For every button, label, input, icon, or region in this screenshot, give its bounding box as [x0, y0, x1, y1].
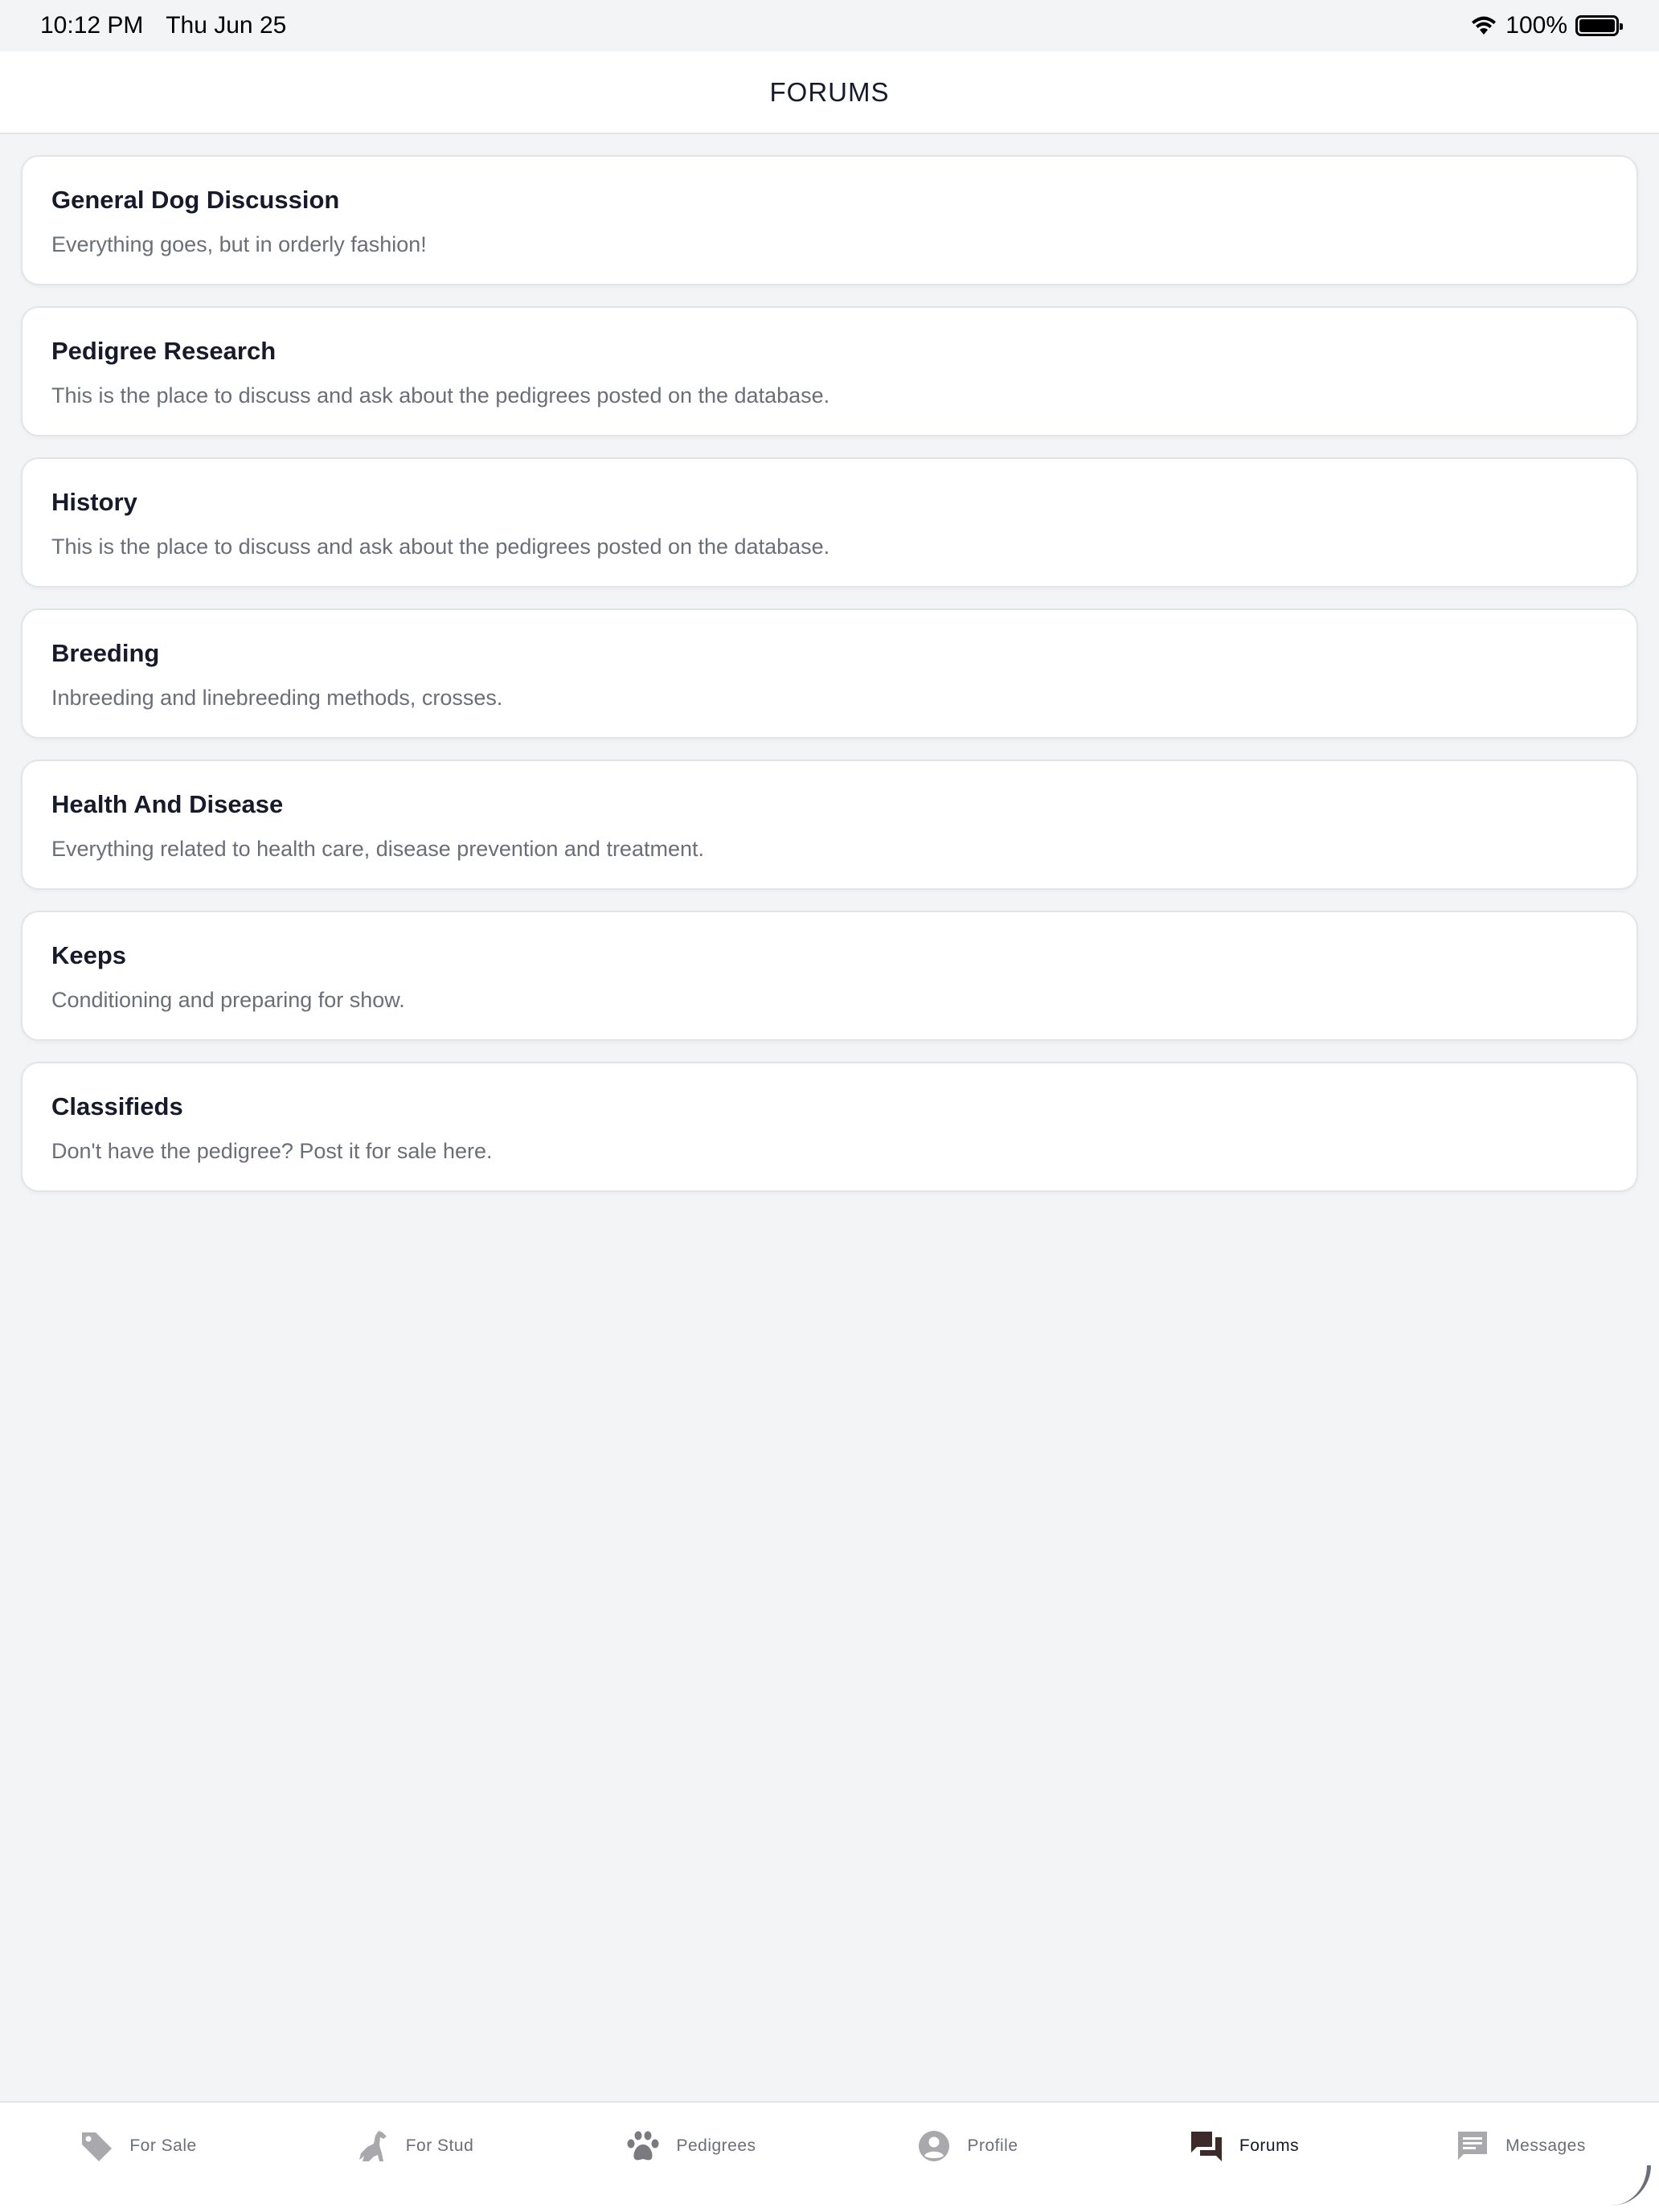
status-bar: 10:12 PM Thu Jun 25 100%: [0, 0, 1659, 51]
tab-label: Profile: [967, 2136, 1018, 2155]
forum-card-breeding[interactable]: Breeding Inbreeding and linebreeding met…: [21, 608, 1638, 739]
tab-label: Messages: [1505, 2136, 1586, 2155]
status-right: 100%: [1470, 12, 1623, 39]
tag-icon: [82, 2132, 113, 2161]
wifi-icon: [1472, 16, 1497, 35]
forum-list: General Dog Discussion Everything goes, …: [21, 155, 1638, 1213]
forum-title: General Dog Discussion: [51, 186, 340, 214]
corner-gesture-indicator: [1611, 2165, 1651, 2206]
tab-profile[interactable]: Profile: [830, 2106, 1106, 2186]
forum-icon: [1190, 2132, 1222, 2161]
tab-pedigrees[interactable]: Pedigrees: [553, 2106, 830, 2186]
forum-description: Inbreeding and linebreeding methods, cro…: [51, 686, 503, 710]
forum-description: This is the place to discuss and ask abo…: [51, 535, 830, 559]
forum-card-pedigree-research[interactable]: Pedigree Research This is the place to d…: [21, 306, 1638, 436]
tab-label: Forums: [1239, 2136, 1300, 2155]
forum-description: Conditioning and preparing for show.: [51, 988, 405, 1012]
forum-description: Everything goes, but in orderly fashion!: [51, 232, 427, 256]
tab-for-stud[interactable]: For Stud: [276, 2106, 553, 2186]
user-circle-icon: [919, 2131, 950, 2161]
page-header: FORUMS: [0, 51, 1659, 134]
tab-label: For Sale: [129, 2136, 197, 2155]
forum-title: Classifieds: [51, 1092, 183, 1120]
forum-card-health-and-disease[interactable]: Health And Disease Everything related to…: [21, 760, 1638, 890]
message-icon: [1458, 2132, 1488, 2160]
forum-title: Pedigree Research: [51, 337, 276, 365]
tab-bar: For Sale For Stud Pedigrees Profile Foru…: [0, 2101, 1659, 2212]
battery-fill: [1579, 19, 1615, 32]
paw-icon: [627, 2131, 659, 2161]
battery-icon: [1575, 15, 1623, 36]
tab-for-sale[interactable]: For Sale: [0, 2106, 276, 2186]
forum-title: Health And Disease: [51, 790, 284, 818]
forum-card-keeps[interactable]: Keeps Conditioning and preparing for sho…: [21, 911, 1638, 1041]
forum-title: History: [51, 488, 137, 516]
forum-title: Breeding: [51, 639, 160, 667]
page-title: FORUMS: [769, 76, 890, 107]
tab-forums[interactable]: Forums: [1106, 2106, 1382, 2186]
status-date: Thu Jun 25: [166, 12, 287, 39]
dog-icon: [358, 2131, 387, 2161]
forum-description: Don't have the pedigree? Post it for sal…: [51, 1139, 493, 1163]
tab-label: For Stud: [405, 2136, 474, 2155]
forum-description: This is the place to discuss and ask abo…: [51, 383, 830, 408]
forum-title: Keeps: [51, 941, 127, 969]
forum-card-history[interactable]: History This is the place to discuss and…: [21, 457, 1638, 588]
status-time: 10:12 PM: [40, 12, 144, 39]
status-left: 10:12 PM Thu Jun 25: [40, 12, 302, 39]
forum-card-classifieds[interactable]: Classifieds Don't have the pedigree? Pos…: [21, 1062, 1638, 1192]
forum-description: Everything related to health care, disea…: [51, 837, 704, 861]
battery-percent: 100%: [1505, 12, 1567, 39]
forum-card-general-dog-discussion[interactable]: General Dog Discussion Everything goes, …: [21, 155, 1638, 285]
tab-label: Pedigrees: [676, 2136, 756, 2155]
